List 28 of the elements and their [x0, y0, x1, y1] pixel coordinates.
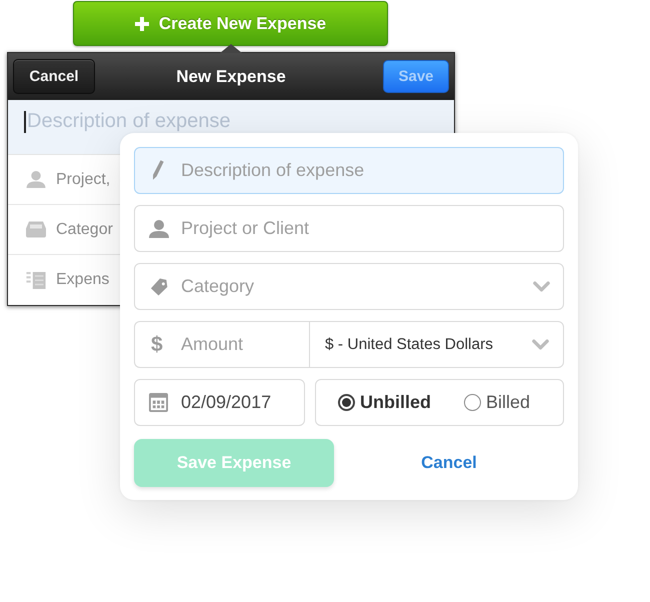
category-select[interactable]: Category: [134, 263, 564, 310]
chevron-down-icon: [532, 339, 549, 350]
date-field[interactable]: 02/09/2017: [134, 379, 305, 426]
radio-label[interactable]: Unbilled: [360, 392, 431, 413]
tray-icon: [26, 221, 46, 238]
dialog-title: New Expense: [176, 66, 286, 86]
list-item-label[interactable]: Categor: [56, 220, 113, 238]
cancel-button[interactable]: Cancel: [13, 59, 95, 94]
text-cursor-icon: [24, 111, 26, 133]
currency-symbol: $: [151, 333, 163, 357]
list-item-label[interactable]: Expens: [56, 271, 110, 289]
person-icon: [149, 220, 169, 238]
plus-icon: [134, 16, 149, 30]
project-field[interactable]: Project or Client: [134, 205, 564, 252]
create-expense-button[interactable]: Create New Expense: [73, 1, 388, 46]
radio-button[interactable]: [338, 394, 355, 411]
radio-label[interactable]: Billed: [486, 392, 530, 413]
list-item-label[interactable]: Project,: [56, 170, 110, 188]
tag-icon: [149, 278, 169, 296]
person-icon: [26, 171, 46, 188]
receipt-icon: [26, 272, 46, 288]
chevron-down-icon: [533, 281, 550, 292]
cancel-link[interactable]: Cancel: [421, 453, 477, 473]
calendar-icon: [149, 393, 168, 412]
currency-select[interactable]: $ - United States Dollars: [309, 321, 564, 368]
radio-button[interactable]: [464, 394, 481, 411]
pencil-icon: [152, 160, 164, 180]
description-field[interactable]: Description of expense: [134, 147, 564, 194]
